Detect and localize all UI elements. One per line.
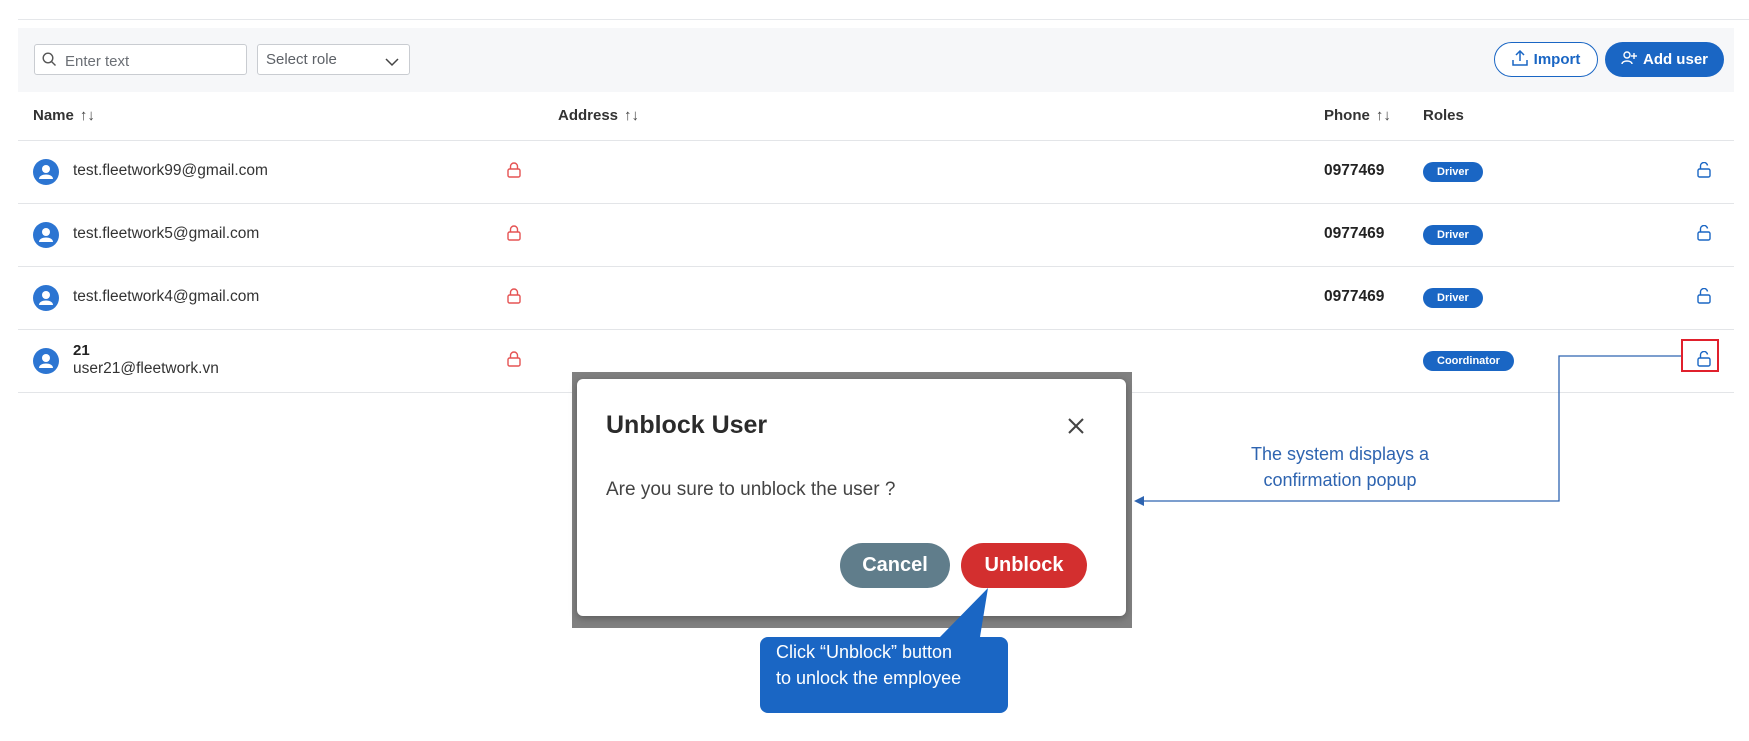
callout-text: Click “Unblock” button to unlock the emp… (776, 639, 961, 691)
arrow-head-icon (1134, 496, 1144, 506)
callout-line: Click “Unblock” button (776, 642, 953, 662)
annotation-line: The system displays a (1250, 444, 1430, 464)
callout-box: Click “Unblock” button to unlock the emp… (760, 637, 1008, 713)
callout-pointer (940, 588, 988, 637)
annotation-line: confirmation popup (1263, 470, 1417, 490)
callout-line: to unlock the employee (776, 668, 962, 688)
system-annotation: The system displays a confirmation popup (1190, 441, 1490, 493)
annotation-overlay (940, 355, 1681, 637)
